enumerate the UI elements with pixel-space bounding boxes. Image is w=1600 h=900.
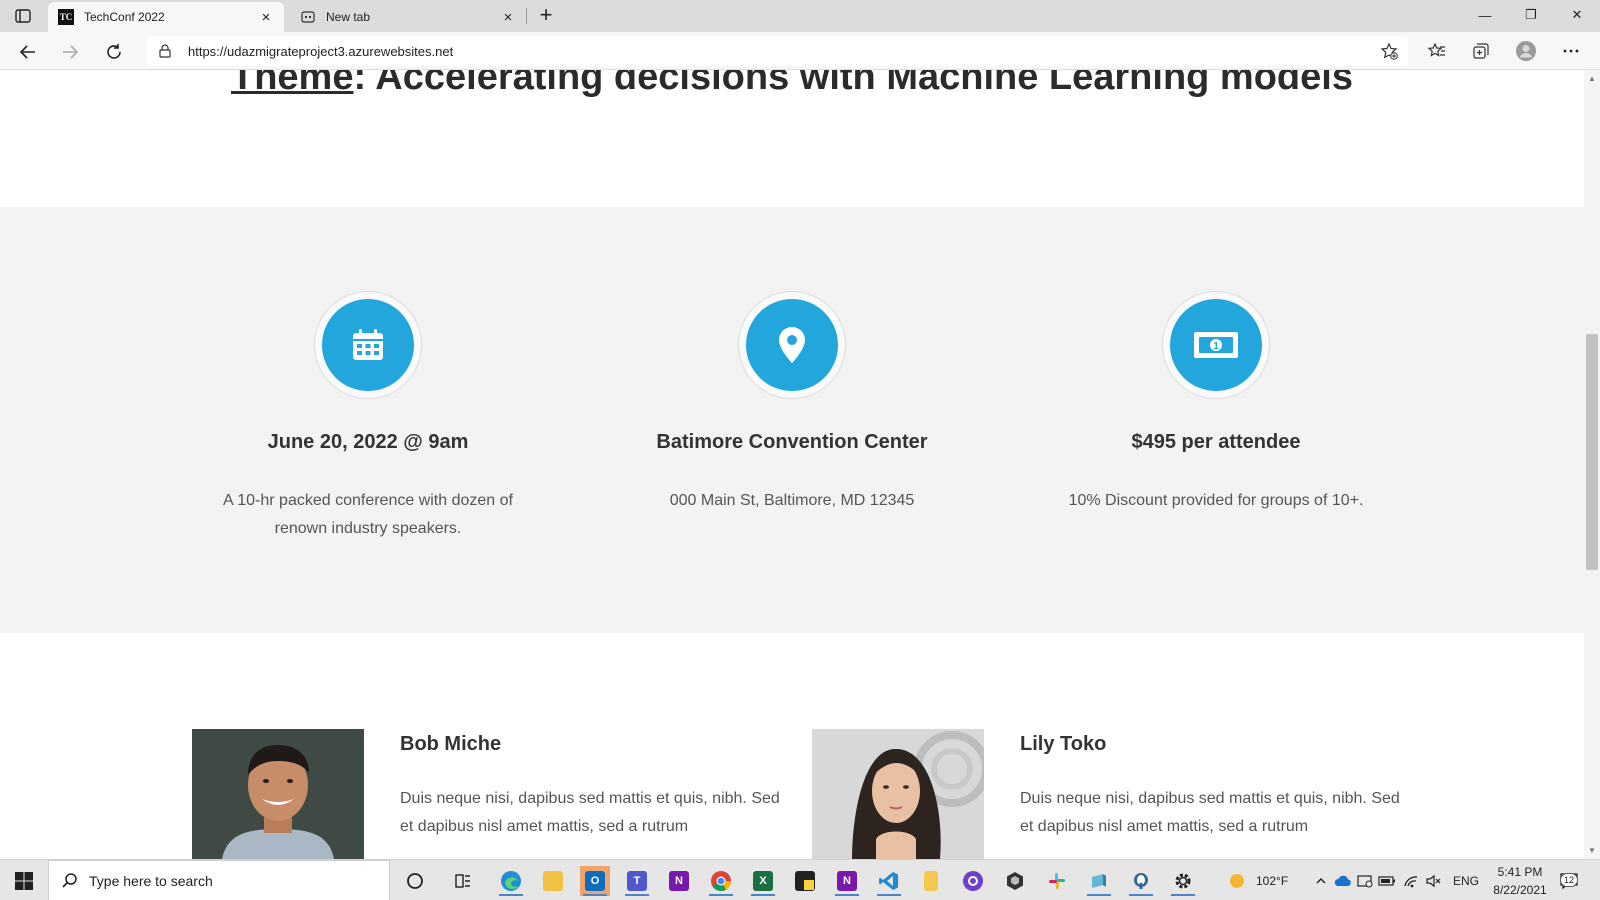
collections-icon[interactable] — [1470, 40, 1492, 62]
cortana-icon[interactable] — [400, 866, 430, 896]
minimize-button[interactable]: — — [1462, 0, 1508, 30]
unity-icon[interactable] — [1000, 866, 1030, 896]
active-app-indicator — [709, 894, 733, 896]
browser-toolbar: https://udazmigrateproject3.azurewebsite… — [0, 32, 1600, 70]
feature-title: Batimore Convention Center — [656, 431, 928, 453]
search-icon — [61, 872, 79, 895]
settings-gear-icon[interactable] — [1168, 866, 1198, 896]
feature-title: June 20, 2022 @ 9am — [267, 431, 469, 453]
map-pin-icon — [746, 299, 838, 391]
task-view-icon[interactable] — [448, 866, 478, 896]
lock-icon[interactable] — [158, 44, 172, 63]
new-tab-button[interactable]: + — [534, 4, 558, 28]
icon-ring: 1 — [1162, 291, 1270, 399]
chrome-icon[interactable] — [706, 866, 736, 896]
forward-button[interactable] — [56, 38, 84, 66]
scroll-down-arrow-icon[interactable]: ▼ — [1588, 846, 1596, 855]
icon-ring — [314, 291, 422, 399]
sticky-notes-icon[interactable] — [790, 866, 820, 896]
clock-date[interactable]: 8/22/2021 — [1484, 883, 1556, 897]
zip-folder-icon[interactable] — [916, 866, 946, 896]
active-app-indicator — [877, 894, 901, 896]
back-button[interactable] — [14, 38, 42, 66]
slack-icon[interactable] — [1042, 866, 1072, 896]
excel-icon[interactable]: X — [748, 866, 778, 896]
active-app-indicator — [583, 894, 607, 896]
close-tab-icon[interactable]: × — [258, 9, 274, 26]
refresh-button[interactable] — [100, 38, 128, 66]
weather-temperature[interactable]: 102°F — [1256, 874, 1288, 888]
speaker-photo — [812, 729, 984, 859]
tab-actions-icon[interactable] — [14, 7, 32, 25]
storage-explorer-icon[interactable] — [1084, 866, 1114, 896]
scrollbar-thumb[interactable] — [1586, 334, 1598, 570]
profile-avatar-icon[interactable] — [1515, 40, 1537, 62]
url-text[interactable]: https://udazmigrateproject3.azurewebsite… — [188, 44, 453, 59]
tab-bar: TC TechConf 2022 × New tab × + — ❐ ✕ — [0, 0, 1600, 32]
scroll-up-arrow-icon[interactable]: ▲ — [1588, 74, 1596, 83]
restore-button[interactable]: ❐ — [1508, 0, 1554, 30]
feature-description: 10% Discount provided for groups of 10+. — [1068, 492, 1364, 509]
outlook-icon[interactable]: O — [580, 866, 610, 896]
clock-time[interactable]: 5:41 PM — [1490, 865, 1550, 879]
active-app-indicator — [835, 894, 859, 896]
feature-title: $495 per attendee — [1131, 431, 1301, 453]
icon-ring — [738, 291, 846, 399]
speaker-name: Bob Miche — [400, 733, 502, 755]
active-app-indicator — [1129, 894, 1153, 896]
language-indicator[interactable]: ENG — [1453, 874, 1479, 888]
address-bar[interactable]: https://udazmigrateproject3.azurewebsite… — [146, 36, 1408, 66]
theme-text: : Accelerating decisions with Machine Le… — [353, 70, 1353, 98]
taskbar-search[interactable]: Type here to search — [48, 860, 390, 900]
add-favorite-icon[interactable] — [1380, 42, 1398, 65]
more-menu-icon[interactable] — [1560, 40, 1582, 62]
teams-icon[interactable]: T — [622, 866, 652, 896]
svg-text:1: 1 — [1213, 341, 1219, 352]
search-placeholder[interactable]: Type here to search — [89, 873, 213, 889]
tab-new-tab[interactable]: New tab × — [290, 2, 526, 32]
active-app-indicator — [499, 894, 523, 896]
speaker-photo — [192, 729, 364, 859]
windows-taskbar: Type here to search O T N X N 102°F ENG … — [0, 859, 1600, 900]
close-tab-icon[interactable]: × — [500, 9, 516, 26]
active-app-indicator — [625, 894, 649, 896]
favorites-icon[interactable] — [1426, 40, 1448, 62]
github-icon[interactable] — [958, 866, 988, 896]
active-app-indicator — [1171, 894, 1195, 896]
tab-techconf[interactable]: TC TechConf 2022 × — [48, 2, 284, 32]
calendar-icon — [322, 299, 414, 391]
notification-count-badge: 12 — [1560, 873, 1578, 887]
vscode-icon[interactable] — [874, 866, 904, 896]
active-app-indicator — [1087, 894, 1111, 896]
onenote-icon[interactable]: N — [832, 866, 862, 896]
page-viewport: Theme: Accelerating decisions with Machi… — [0, 70, 1584, 859]
speaker-bio: Duis neque nisi, dapibus sed mattis et q… — [400, 790, 780, 835]
weather-sun-icon[interactable] — [1222, 866, 1252, 896]
file-explorer-icon[interactable] — [538, 866, 568, 896]
start-button[interactable] — [8, 869, 40, 893]
theme-heading: Theme: Accelerating decisions with Machi… — [0, 70, 1584, 99]
money-icon: 1 — [1170, 299, 1262, 391]
volume-muted-icon[interactable] — [1418, 866, 1448, 896]
feature-description: 000 Main St, Baltimore, MD 12345 — [669, 492, 915, 509]
tab-divider — [526, 8, 527, 24]
pgadmin-icon[interactable] — [1126, 866, 1156, 896]
close-window-button[interactable]: ✕ — [1554, 0, 1600, 30]
features-section: June 20, 2022 @ 9am A 10-hr packed confe… — [0, 207, 1584, 633]
edge-icon[interactable] — [496, 866, 526, 896]
theme-word: Theme — [231, 70, 354, 98]
active-app-indicator — [751, 894, 775, 896]
speaker-name: Lily Toko — [1020, 733, 1107, 755]
onenote-icon[interactable]: N — [664, 866, 694, 896]
newtab-icon — [300, 9, 316, 25]
feature-description: A 10-hr packed conference with dozen of … — [223, 492, 513, 537]
tab-label: New tab — [326, 10, 371, 24]
tab-label: TechConf 2022 — [84, 10, 165, 24]
page-scrollbar[interactable]: ▲ ▼ — [1584, 70, 1600, 859]
techconf-favicon-icon: TC — [58, 9, 74, 25]
speaker-bio: Duis neque nisi, dapibus sed mattis et q… — [1020, 790, 1400, 835]
